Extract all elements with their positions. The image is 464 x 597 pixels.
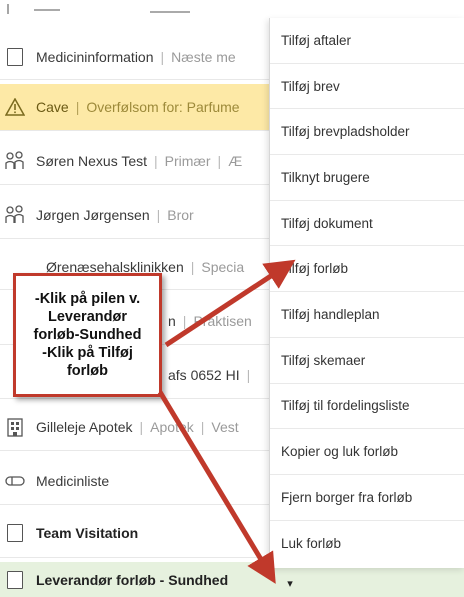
menu-item-tilfoej-til-fordelingsliste[interactable]: Tilføj til fordelingsliste xyxy=(270,384,464,430)
document-icon xyxy=(2,570,28,589)
menu-item-tilfoej-handleplan[interactable]: Tilføj handleplan xyxy=(270,292,464,338)
warning-icon xyxy=(2,98,28,116)
separator: | xyxy=(160,49,165,65)
callout-line: -Klik på pilen v. xyxy=(34,291,141,307)
row-secondary: Specia xyxy=(201,259,245,275)
menu-item-tilfoej-brev[interactable]: Tilføj brev xyxy=(270,64,464,110)
separator: | xyxy=(154,153,158,169)
separator: | xyxy=(217,153,222,169)
row-primary: afs 0652 HI xyxy=(168,367,240,383)
pill-icon xyxy=(2,475,28,487)
menu-item-tilfoej-aftaler[interactable]: Tilføj aftaler xyxy=(270,18,464,64)
cut-off-row-fragment xyxy=(7,4,190,14)
row-secondary: Næste me xyxy=(171,49,236,65)
separator: | xyxy=(139,419,144,435)
separator: | xyxy=(246,367,251,383)
context-menu: Tilføj aftaler Tilføj brev Tilføj brevpl… xyxy=(269,18,464,568)
separator: | xyxy=(156,207,161,223)
menu-item-tilfoej-forlob[interactable]: Tilføj forløb xyxy=(270,247,464,293)
row-primary: n xyxy=(168,313,176,329)
row-primary: Team Visitation xyxy=(36,525,139,541)
dropdown-arrow-button[interactable]: ▾ xyxy=(279,570,301,596)
menu-item-kopier-og-luk-forlob[interactable]: Kopier og luk forløb xyxy=(270,429,464,475)
menu-item-tilknyt-brugere[interactable]: Tilknyt brugere xyxy=(270,155,464,201)
callout-line: forløb xyxy=(66,363,109,379)
row-tertiary: Vest xyxy=(211,419,239,435)
row-primary: Gilleleje Apotek xyxy=(36,419,133,435)
menu-item-fjern-borger-fra-forlob[interactable]: Fjern borger fra forløb xyxy=(270,475,464,521)
row-secondary: Overfølsom for: Parfume xyxy=(86,99,240,115)
callout-line: forløb-Sundhed xyxy=(33,327,142,343)
separator: | xyxy=(75,99,80,115)
row-secondary: Primær xyxy=(164,153,211,169)
separator: | xyxy=(200,419,205,435)
chevron-down-icon: ▾ xyxy=(287,577,293,590)
document-icon xyxy=(2,48,28,66)
instruction-callout: -Klik på pilen v. Leverandør forløb-Sund… xyxy=(13,273,162,397)
callout-line: Leverandør xyxy=(48,309,127,325)
menu-item-luk-forlob[interactable]: Luk forløb xyxy=(270,521,464,567)
row-tertiary: Æ xyxy=(228,153,243,169)
row-primary: Medicininformation xyxy=(36,49,154,65)
list-top-partial xyxy=(0,0,270,16)
callout-line: -Klik på Tilføj xyxy=(42,345,133,361)
row-primary: Jørgen Jørgensen xyxy=(36,207,150,223)
menu-item-tilfoej-brevpladsholder[interactable]: Tilføj brevpladsholder xyxy=(270,109,464,156)
menu-item-tilfoej-dokument[interactable]: Tilføj dokument xyxy=(270,201,464,247)
building-icon xyxy=(2,417,28,437)
row-secondary: Bror xyxy=(167,207,194,223)
row-secondary: Praktisen xyxy=(193,313,252,329)
separator: | xyxy=(182,313,187,329)
document-icon xyxy=(2,524,28,542)
relation-icon xyxy=(2,151,28,171)
menu-item-tilfoej-skemaer[interactable]: Tilføj skemaer xyxy=(270,338,464,384)
row-primary: Cave xyxy=(36,99,69,115)
row-primary: Søren Nexus Test xyxy=(36,153,148,169)
row-primary: Leverandør forløb - Sundhed xyxy=(36,571,229,588)
separator: | xyxy=(190,259,195,275)
row-primary: Medicinliste xyxy=(36,473,110,489)
relation-icon xyxy=(2,205,28,225)
row-secondary: Apotek xyxy=(150,419,194,435)
